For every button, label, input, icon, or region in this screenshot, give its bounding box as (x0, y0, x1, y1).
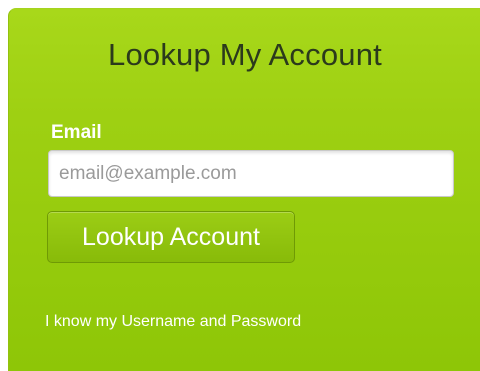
know-username-password-link[interactable]: I know my Username and Password (45, 313, 301, 331)
email-label: Email (51, 122, 102, 143)
lookup-account-panel: Lookup My Account Email Lookup Account I… (8, 8, 480, 371)
email-input[interactable] (48, 150, 454, 197)
lookup-account-button[interactable]: Lookup Account (47, 211, 295, 263)
panel-title: Lookup My Account (108, 37, 382, 72)
